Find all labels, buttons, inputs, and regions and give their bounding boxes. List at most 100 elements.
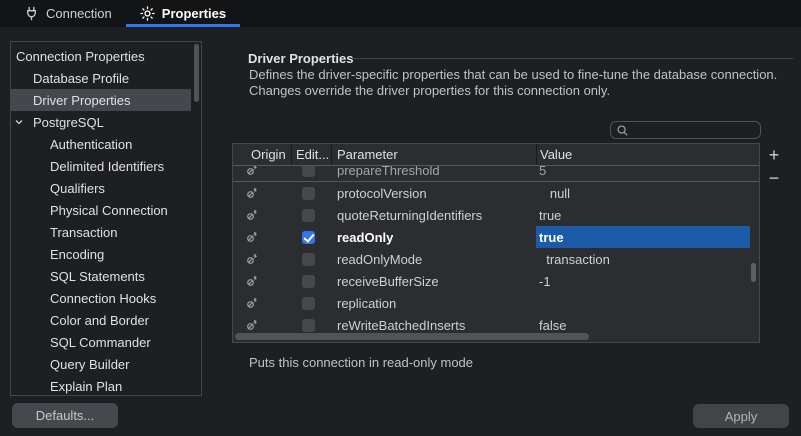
sidebar-item-sql-commander[interactable]: SQL Commander (11, 331, 201, 353)
edit-checkbox[interactable] (302, 209, 315, 222)
sidebar-item-label: Query Builder (50, 357, 129, 372)
tab-connection[interactable]: Connection (10, 0, 126, 27)
section-description-line2: Changes override the driver properties f… (249, 83, 610, 99)
driver-origin-icon (246, 231, 258, 243)
table-row-quotereturningidentifiers[interactable]: quoteReturningIdentifiers true (233, 204, 759, 226)
sidebar-item-driver-properties[interactable]: Driver Properties (11, 89, 191, 111)
value-cell[interactable]: 5 (536, 166, 759, 181)
sidebar-item-transaction[interactable]: Transaction (11, 221, 201, 243)
parameter-cell[interactable]: replication (331, 296, 536, 311)
driver-origin-icon (246, 166, 258, 176)
driver-origin-icon (246, 319, 258, 331)
driver-origin-icon (246, 297, 258, 309)
remove-property-button[interactable]: − (764, 168, 784, 188)
sidebar-item-qualifiers[interactable]: Qualifiers (11, 177, 201, 199)
table-row-receivebuffersize[interactable]: receiveBufferSize -1 (233, 270, 759, 292)
parameter-cell[interactable]: prepareThreshold (331, 166, 536, 178)
tab-label: Properties (162, 6, 226, 21)
origin-cell (233, 319, 291, 331)
value-cell[interactable]: transaction (536, 248, 759, 270)
driver-origin-icon (246, 187, 258, 199)
parameter-cell[interactable]: readOnly (331, 230, 536, 245)
value-cell[interactable]: null (536, 182, 759, 204)
edit-checkbox[interactable] (302, 166, 315, 177)
sidebar-item-database-profile[interactable]: Database Profile (11, 67, 201, 89)
table-row-replication[interactable]: replication (233, 292, 759, 314)
parameter-cell[interactable]: quoteReturningIdentifiers (331, 208, 536, 223)
column-header-value[interactable]: Value (536, 144, 759, 165)
sidebar-item-query-builder[interactable]: Query Builder (11, 353, 201, 375)
sidebar-item-authentication[interactable]: Authentication (11, 133, 201, 155)
table-horizontal-scrollbar[interactable] (235, 333, 589, 340)
parameter-cell[interactable]: receiveBufferSize (331, 274, 536, 289)
column-header-origin[interactable]: Origin (233, 144, 291, 165)
editable-cell (291, 297, 331, 310)
search-input[interactable] (632, 123, 750, 138)
origin-cell (233, 187, 291, 199)
editable-cell (291, 166, 331, 177)
apply-button[interactable]: Apply (693, 404, 789, 428)
search-field[interactable] (610, 121, 761, 139)
value-cell[interactable]: true (536, 226, 750, 248)
driver-origin-icon (246, 275, 258, 287)
page-title: Driver Properties (248, 51, 354, 66)
sidebar-item-encoding[interactable]: Encoding (11, 243, 201, 265)
sidebar-item-label: Database Profile (33, 71, 129, 86)
table-row-protocolversion[interactable]: protocolVersion null (233, 182, 759, 204)
sidebar-item-label: Delimited Identifiers (50, 159, 164, 174)
edit-checkbox[interactable] (302, 187, 315, 200)
sidebar-item-label: Color and Border (50, 313, 149, 328)
tab-properties[interactable]: Properties (126, 0, 240, 27)
edit-checkbox[interactable] (302, 231, 315, 244)
connection-properties-window: Connection Properties Connection Propert… (0, 0, 801, 436)
settings-tree: Connection Properties Database Profile D… (10, 41, 202, 396)
sidebar-item-explain-plan[interactable]: Explain Plan (11, 375, 201, 396)
value-cell[interactable] (536, 292, 759, 314)
table-row-readonly[interactable]: readOnly true (233, 226, 759, 248)
parameter-cell[interactable]: protocolVersion (331, 186, 536, 201)
table-row-preparethreshold[interactable]: prepareThreshold 5 (233, 166, 759, 181)
table-vertical-scrollbar[interactable] (751, 263, 756, 282)
sidebar-item-connection-properties[interactable]: Connection Properties (11, 45, 201, 67)
column-header-editable[interactable]: Edit... (291, 144, 331, 165)
chevron-down-icon[interactable] (14, 117, 25, 127)
sidebar-item-physical-connection[interactable]: Physical Connection (11, 199, 201, 221)
edit-checkbox[interactable] (302, 253, 315, 266)
value-cell[interactable]: -1 (536, 270, 759, 292)
edit-checkbox[interactable] (302, 275, 315, 288)
sidebar-item-label: PostgreSQL (33, 115, 104, 130)
add-property-button[interactable]: + (764, 145, 784, 165)
column-header-parameter[interactable]: Parameter (331, 144, 536, 165)
section-description-line1: Defines the driver-specific properties t… (249, 67, 777, 83)
sidebar-item-label: Physical Connection (50, 203, 168, 218)
section-divider (352, 58, 793, 59)
sidebar-item-sql-statements[interactable]: SQL Statements (11, 265, 201, 287)
sidebar-item-label: Connection Properties (16, 49, 145, 64)
origin-cell (233, 275, 291, 287)
editable-cell (291, 187, 331, 200)
parameter-cell[interactable]: readOnlyMode (331, 252, 536, 267)
sidebar-scrollbar[interactable] (194, 44, 199, 102)
table-row-readonlymode[interactable]: readOnlyMode transaction (233, 248, 759, 270)
defaults-button[interactable]: Defaults... (12, 403, 118, 428)
edit-checkbox[interactable] (302, 319, 315, 332)
gear-icon (140, 6, 155, 21)
plug-icon (24, 6, 39, 21)
table-header: Origin Edit... Parameter Value (233, 144, 759, 166)
parameter-cell[interactable]: reWriteBatchedInserts (331, 318, 536, 333)
sidebar-item-delimited-identifiers[interactable]: Delimited Identifiers (11, 155, 201, 177)
sidebar-item-label: Transaction (50, 225, 117, 240)
origin-cell (233, 231, 291, 243)
tab-bar: Connection Properties (0, 0, 801, 27)
editable-cell (291, 319, 331, 332)
active-tab-indicator (126, 24, 240, 27)
editable-cell (291, 253, 331, 266)
sidebar-item-color-and-border[interactable]: Color and Border (11, 309, 201, 331)
value-cell[interactable]: true (536, 204, 759, 226)
property-hint-text: Puts this connection in read-only mode (249, 355, 473, 370)
driver-origin-icon (246, 209, 258, 221)
sidebar-item-postgresql[interactable]: PostgreSQL (11, 111, 201, 133)
sidebar-item-connection-hooks[interactable]: Connection Hooks (11, 287, 201, 309)
sidebar-item-label: Authentication (50, 137, 132, 152)
edit-checkbox[interactable] (302, 297, 315, 310)
